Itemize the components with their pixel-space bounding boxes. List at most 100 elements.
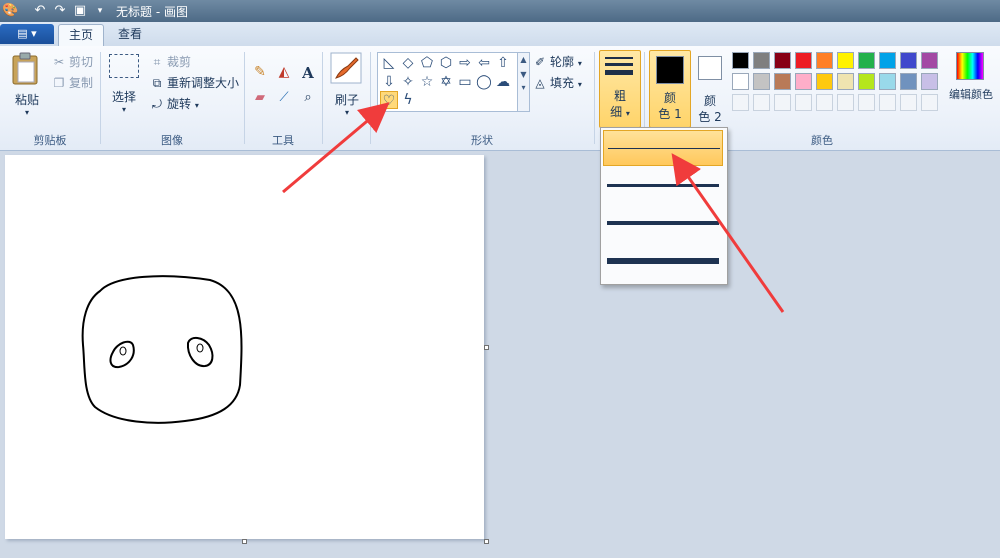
palette-color-swatch[interactable] bbox=[732, 52, 749, 69]
resize-handle-corner[interactable] bbox=[484, 539, 489, 544]
color-picker-icon[interactable]: ⟋ bbox=[274, 90, 294, 110]
scroll-up-icon[interactable]: ▲ bbox=[518, 55, 529, 64]
window-title: 无标题 - 画图 bbox=[116, 5, 188, 19]
size-option-3px[interactable] bbox=[603, 168, 723, 204]
palette-custom-slot[interactable] bbox=[921, 94, 938, 111]
copy-button[interactable]: ❐ 复制 bbox=[52, 74, 93, 91]
palette-custom-slot[interactable] bbox=[879, 94, 896, 111]
paste-dropdown-icon[interactable]: ▾ bbox=[10, 108, 44, 117]
drawing-canvas[interactable] bbox=[5, 155, 484, 539]
save-icon[interactable]: ▣ bbox=[72, 3, 88, 19]
paint-app-icon[interactable]: 🎨 bbox=[2, 3, 18, 19]
text-tool-icon[interactable]: A bbox=[298, 64, 318, 84]
resize-handle-right[interactable] bbox=[484, 345, 489, 350]
palette-color-swatch[interactable] bbox=[795, 52, 812, 69]
crop-button[interactable]: ⌗ 裁剪 bbox=[150, 53, 191, 70]
file-menu-button[interactable]: ▤ ▾ bbox=[0, 24, 54, 44]
up-arrow-shape-icon[interactable]: ⇧ bbox=[494, 54, 512, 72]
size-option-8px[interactable] bbox=[603, 244, 723, 280]
magnifier-icon[interactable]: ⌕ bbox=[298, 90, 318, 110]
four-point-star-shape-icon[interactable]: ✧ bbox=[399, 73, 417, 91]
palette-custom-slot[interactable] bbox=[774, 94, 791, 111]
color2-button[interactable]: 颜 色 2 bbox=[692, 52, 728, 124]
palette-color-swatch[interactable] bbox=[774, 73, 791, 90]
size-option-5px[interactable] bbox=[603, 206, 723, 242]
cloud-callout-shape-icon[interactable]: ☁ bbox=[494, 73, 512, 91]
palette-custom-slot[interactable] bbox=[816, 94, 833, 111]
palette-color-swatch[interactable] bbox=[921, 52, 938, 69]
redo-icon[interactable]: ↷ bbox=[52, 3, 68, 19]
size-button[interactable]: 粗 细 ▾ bbox=[599, 50, 641, 128]
palette-color-swatch[interactable] bbox=[900, 73, 917, 90]
paste-button[interactable]: 粘贴 ▾ bbox=[10, 52, 44, 122]
divider bbox=[322, 52, 323, 144]
palette-color-swatch[interactable] bbox=[753, 73, 770, 90]
brushes-button[interactable]: 刷子 ▾ bbox=[330, 52, 364, 124]
image-group-label: 图像 bbox=[161, 134, 183, 147]
tab-home[interactable]: 主页 bbox=[58, 24, 104, 46]
cut-button[interactable]: ✂ 剪切 bbox=[52, 53, 93, 70]
resize-button[interactable]: ⧉ 重新调整大小 bbox=[150, 74, 239, 91]
palette-color-swatch[interactable] bbox=[900, 52, 917, 69]
palette-custom-slot[interactable] bbox=[732, 94, 749, 111]
shapes-gallery: ◺ ◇ ⬠ ⬡ ⇨ ⇦ ⇧ ⇩ ✧ ☆ ✡ ▭ ◯ ☁ ♡ ϟ bbox=[377, 52, 519, 112]
outline-dropdown-icon[interactable]: ▾ bbox=[578, 59, 582, 68]
six-point-star-shape-icon[interactable]: ✡ bbox=[437, 73, 455, 91]
palette-custom-slot[interactable] bbox=[900, 94, 917, 111]
brushes-dropdown-icon[interactable]: ▾ bbox=[330, 108, 364, 117]
fill-label: 填充 bbox=[550, 76, 575, 90]
lightning-shape-icon[interactable]: ϟ bbox=[399, 91, 417, 109]
hexagon-shape-icon[interactable]: ⬡ bbox=[437, 54, 455, 72]
palette-color-swatch[interactable] bbox=[879, 52, 896, 69]
scroll-down-icon[interactable]: ▼ bbox=[518, 70, 529, 79]
select-button[interactable]: 选择 ▾ bbox=[108, 54, 140, 124]
diamond-shape-icon[interactable]: ◇ bbox=[399, 54, 417, 72]
down-arrow-shape-icon[interactable]: ⇩ bbox=[380, 73, 398, 91]
outline-button[interactable]: ✐ 轮廓 ▾ bbox=[533, 53, 582, 70]
palette-color-swatch[interactable] bbox=[837, 73, 854, 90]
rotate-dropdown-icon[interactable]: ▾ bbox=[195, 101, 199, 110]
eraser-icon[interactable]: ▰ bbox=[250, 90, 270, 110]
select-dropdown-icon[interactable]: ▾ bbox=[108, 105, 140, 114]
fill-bucket-icon[interactable]: ◭ bbox=[274, 64, 294, 84]
shapes-group-label: 形状 bbox=[471, 134, 493, 147]
palette-color-swatch[interactable] bbox=[795, 73, 812, 90]
palette-color-swatch[interactable] bbox=[921, 73, 938, 90]
palette-color-swatch[interactable] bbox=[837, 52, 854, 69]
palette-color-swatch[interactable] bbox=[753, 52, 770, 69]
pentagon-shape-icon[interactable]: ⬠ bbox=[418, 54, 436, 72]
palette-color-swatch[interactable] bbox=[858, 52, 875, 69]
rotate-label: 旋转 bbox=[167, 97, 192, 111]
palette-color-swatch[interactable] bbox=[879, 73, 896, 90]
shapes-scrollbar[interactable]: ▲ ▼ ▾ bbox=[517, 52, 530, 112]
palette-custom-slot[interactable] bbox=[858, 94, 875, 111]
palette-custom-slot[interactable] bbox=[753, 94, 770, 111]
palette-color-swatch[interactable] bbox=[816, 73, 833, 90]
rotate-button[interactable]: ⤾ 旋转 ▾ bbox=[150, 95, 199, 112]
oval-callout-shape-icon[interactable]: ◯ bbox=[475, 73, 493, 91]
color2-label-line2: 色 2 bbox=[698, 110, 722, 124]
palette-custom-slot[interactable] bbox=[837, 94, 854, 111]
palette-color-swatch[interactable] bbox=[816, 52, 833, 69]
five-point-star-shape-icon[interactable]: ☆ bbox=[418, 73, 436, 91]
size-option-1px[interactable] bbox=[603, 130, 723, 166]
fill-dropdown-icon[interactable]: ▾ bbox=[578, 80, 582, 89]
palette-color-swatch[interactable] bbox=[774, 52, 791, 69]
pencil-icon[interactable]: ✎ bbox=[250, 64, 270, 84]
palette-color-swatch[interactable] bbox=[858, 73, 875, 90]
palette-color-swatch[interactable] bbox=[732, 73, 749, 90]
edit-colors-button[interactable]: 编辑颜色 bbox=[944, 52, 998, 122]
undo-icon[interactable]: ↶ bbox=[32, 3, 48, 19]
color1-button[interactable]: 颜 色 1 bbox=[649, 50, 691, 128]
left-arrow-shape-icon[interactable]: ⇦ bbox=[475, 54, 493, 72]
right-triangle-shape-icon[interactable]: ◺ bbox=[380, 54, 398, 72]
customize-dropdown-icon[interactable]: ▾ bbox=[92, 3, 108, 19]
tab-view[interactable]: 查看 bbox=[110, 24, 150, 45]
heart-shape-icon[interactable]: ♡ bbox=[380, 91, 398, 109]
fill-button[interactable]: ◬ 填充 ▾ bbox=[533, 74, 582, 91]
palette-custom-slot[interactable] bbox=[795, 94, 812, 111]
rect-callout-shape-icon[interactable]: ▭ bbox=[456, 73, 474, 91]
right-arrow-shape-icon[interactable]: ⇨ bbox=[456, 54, 474, 72]
resize-handle-bottom[interactable] bbox=[242, 539, 247, 544]
expand-gallery-icon[interactable]: ▾ bbox=[518, 83, 529, 92]
